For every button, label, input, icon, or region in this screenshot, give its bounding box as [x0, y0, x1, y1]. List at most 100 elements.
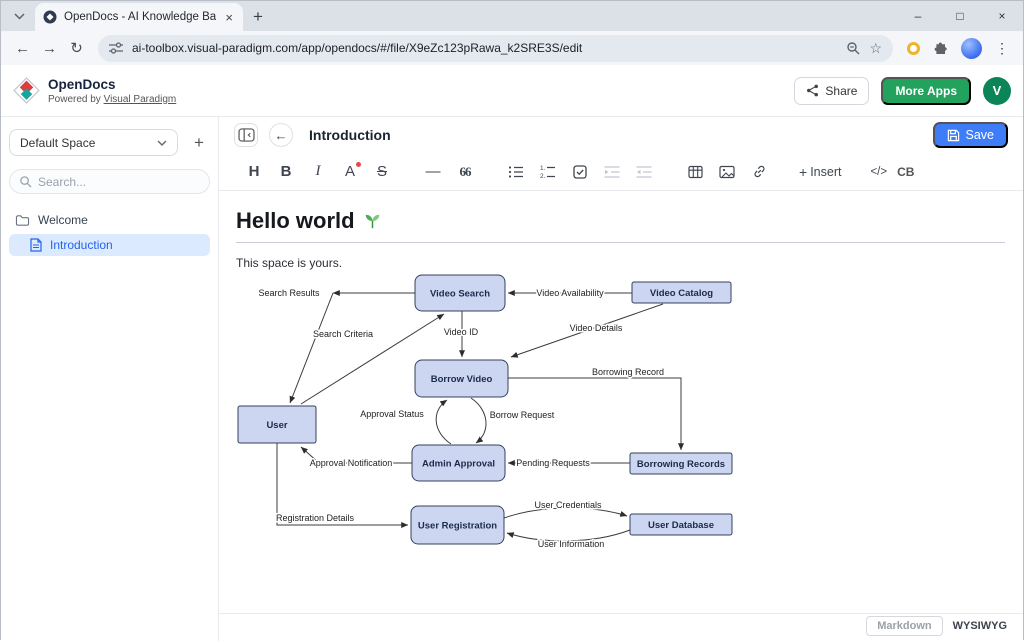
site-settings-icon[interactable]: [109, 42, 123, 54]
save-button[interactable]: Save: [933, 122, 1009, 148]
doc-title: Introduction: [309, 127, 391, 143]
bullet-list-icon[interactable]: [505, 161, 527, 183]
app-header: OpenDocs Powered by Visual Paradigm Shar…: [1, 65, 1023, 117]
browser-profile-avatar[interactable]: [961, 38, 982, 59]
svg-text:1.: 1.: [540, 165, 546, 172]
visual-paradigm-link[interactable]: Visual Paradigm: [104, 94, 177, 105]
save-icon: [947, 129, 960, 142]
tree-item-welcome[interactable]: Welcome: [9, 209, 210, 231]
extensions-puzzle-icon[interactable]: [933, 41, 948, 56]
svg-text:Video ID: Video ID: [444, 327, 479, 337]
bold-icon[interactable]: B: [275, 161, 297, 183]
new-tab-icon[interactable]: +: [253, 7, 263, 27]
editor-toolbar: H B I A S — 66 1.2.: [219, 153, 1023, 191]
sidebar-search[interactable]: [9, 169, 210, 194]
folder-icon: [15, 214, 30, 227]
share-button[interactable]: Share: [794, 77, 869, 105]
forward-icon[interactable]: →: [36, 35, 63, 62]
svg-text:Search Criteria: Search Criteria: [313, 329, 373, 339]
app-name: OpenDocs: [48, 77, 176, 92]
horizontal-rule-icon[interactable]: —: [422, 161, 444, 183]
refresh-icon[interactable]: ↻: [63, 35, 90, 62]
tab-search-button[interactable]: [7, 4, 31, 28]
editor-area: ← Introduction Save H B I A S — 66 1.2.: [219, 117, 1023, 641]
back-button[interactable]: ←: [269, 123, 293, 147]
bookmark-star-icon[interactable]: ☆: [869, 40, 882, 57]
doc-header: ← Introduction Save: [219, 117, 1023, 153]
svg-text:Approval Status: Approval Status: [360, 409, 424, 419]
user-avatar[interactable]: V: [983, 77, 1011, 105]
link-icon[interactable]: [748, 161, 770, 183]
extension-badge-icon[interactable]: [907, 42, 920, 55]
share-label: Share: [825, 84, 857, 98]
svg-text:User Information: User Information: [538, 539, 605, 549]
heading-icon[interactable]: H: [243, 161, 265, 183]
table-icon[interactable]: [684, 161, 706, 183]
image-icon[interactable]: [716, 161, 738, 183]
browser-toolbar: ← → ↻ ai-toolbox.visual-paradigm.com/app…: [1, 31, 1023, 65]
wysiwyg-mode-button[interactable]: WYSIWYG: [953, 620, 1007, 632]
url-text[interactable]: ai-toolbox.visual-paradigm.com/app/opend…: [132, 41, 837, 55]
space-selector[interactable]: Default Space: [9, 129, 178, 156]
task-list-icon[interactable]: [569, 161, 591, 183]
zoom-icon[interactable]: [846, 41, 860, 55]
heading-divider: [236, 242, 1005, 243]
doc-paragraph[interactable]: This space is yours.: [236, 256, 1005, 271]
document-icon: [30, 238, 42, 252]
visual-paradigm-logo: [13, 77, 40, 104]
opendocs-favicon: [43, 10, 57, 24]
window-close-icon[interactable]: ×: [981, 1, 1023, 31]
brand: OpenDocs Powered by Visual Paradigm: [13, 77, 176, 105]
minimize-icon[interactable]: –: [897, 1, 939, 31]
window-controls: – □ ×: [897, 1, 1023, 31]
browser-tab[interactable]: OpenDocs - AI Knowledge Base ×: [35, 3, 243, 31]
svg-text:Video Availability: Video Availability: [536, 288, 604, 298]
code-block-icon[interactable]: </>: [870, 161, 887, 183]
svg-text:Borrowing Record: Borrowing Record: [592, 367, 664, 377]
svg-text:Borrow Video: Borrow Video: [431, 374, 493, 385]
tree-item-introduction[interactable]: Introduction: [9, 234, 210, 256]
dfd-diagram[interactable]: Search Results Video Availability Search C…: [236, 271, 756, 551]
tree-item-label: Welcome: [38, 213, 88, 227]
browser-menu-icon[interactable]: ⋮: [995, 40, 1009, 57]
code-cb-icon[interactable]: CB: [897, 161, 914, 183]
blockquote-icon[interactable]: 66: [454, 161, 476, 183]
brand-text: OpenDocs Powered by Visual Paradigm: [48, 77, 176, 105]
address-bar[interactable]: ai-toolbox.visual-paradigm.com/app/opend…: [98, 35, 893, 62]
svg-text:Video Catalog: Video Catalog: [650, 288, 713, 299]
mode-toggle: Markdown WYSIWYG: [866, 616, 1007, 636]
back-icon[interactable]: ←: [9, 35, 36, 62]
main-layout: Default Space + Welcome Introduction: [1, 117, 1023, 641]
font-color-icon[interactable]: A: [339, 161, 361, 183]
svg-text:2.: 2.: [540, 173, 546, 179]
markdown-mode-button[interactable]: Markdown: [866, 616, 942, 636]
seedling-emoji: [363, 212, 382, 230]
page-tree: Welcome Introduction: [9, 209, 210, 256]
font-color-dot: [356, 162, 361, 167]
numbered-list-icon[interactable]: 1.2.: [537, 161, 559, 183]
svg-text:Search Results: Search Results: [258, 288, 320, 298]
svg-text:Pending Requests: Pending Requests: [516, 458, 590, 468]
svg-text:User Database: User Database: [648, 520, 714, 531]
search-input[interactable]: [38, 175, 178, 189]
header-actions: Share More Apps V: [794, 77, 1011, 105]
chevron-down-icon: [157, 140, 167, 146]
sidebar: Default Space + Welcome Introduction: [1, 117, 219, 641]
svg-text:User: User: [266, 420, 287, 431]
svg-text:Video Search: Video Search: [430, 289, 490, 300]
space-row: Default Space +: [9, 129, 210, 156]
insert-button[interactable]: +Insert: [799, 161, 841, 183]
add-space-button[interactable]: +: [188, 133, 210, 153]
tab-title: OpenDocs - AI Knowledge Base: [64, 11, 216, 23]
more-apps-button[interactable]: More Apps: [881, 77, 971, 105]
svg-text:Borrow Request: Borrow Request: [490, 410, 555, 420]
maximize-icon[interactable]: □: [939, 1, 981, 31]
collapse-sidebar-button[interactable]: [234, 123, 258, 147]
doc-body[interactable]: Hello world This space is yours. Search …: [219, 191, 1023, 641]
italic-icon[interactable]: I: [307, 161, 329, 183]
svg-text:Approval Notification: Approval Notification: [310, 458, 393, 468]
strikethrough-icon[interactable]: S: [371, 161, 393, 183]
outdent-icon[interactable]: [633, 161, 655, 183]
indent-icon[interactable]: [601, 161, 623, 183]
tab-close-icon[interactable]: ×: [223, 10, 235, 25]
